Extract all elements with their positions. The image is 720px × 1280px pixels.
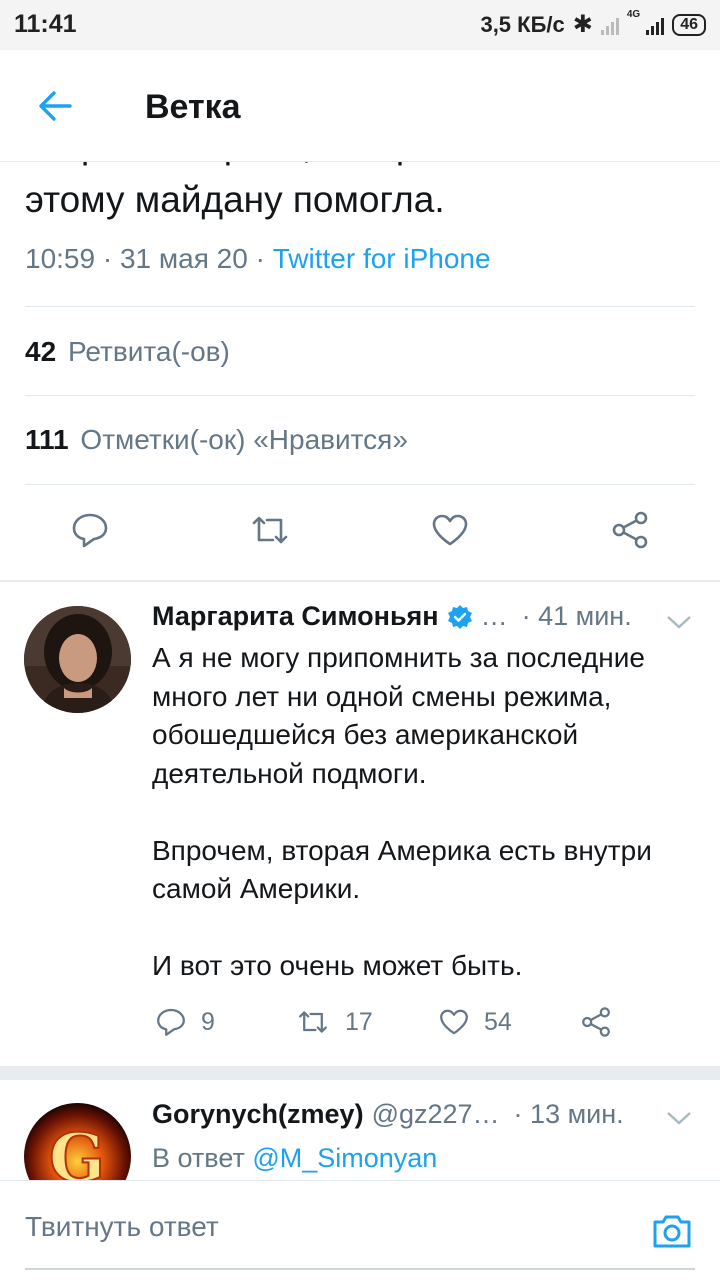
retweets-count: 42 xyxy=(25,336,57,367)
tweet-actions: 9 17 54 xyxy=(155,1006,625,1046)
main-tweet-text-line: этому майдану помогла. xyxy=(25,179,445,220)
tweet-time: 10:59 xyxy=(25,243,96,274)
battery-icon: 46 xyxy=(672,13,706,36)
tweet-body: А я не могу припомнить за последние мног… xyxy=(152,639,697,986)
input-underline xyxy=(25,1268,695,1270)
like-button[interactable] xyxy=(430,510,470,550)
tweet-source-link[interactable]: Twitter for iPhone xyxy=(273,243,491,274)
chevron-down-icon[interactable] xyxy=(666,614,692,630)
reply-prefix: В ответ xyxy=(152,1143,245,1173)
status-time: 11:41 xyxy=(14,10,77,38)
bluetooth-icon: ✱ xyxy=(572,11,593,38)
retweets-label: Ретвита(-ов) xyxy=(67,336,230,367)
tweet-paragraph: Впрочем, вторая Америка есть внутри само… xyxy=(152,834,652,905)
author-name[interactable]: Gorynych(zmey) xyxy=(152,1099,364,1130)
section-divider xyxy=(0,1066,720,1080)
reply-icon xyxy=(72,513,108,548)
tweet-date: 31 мая 20 xyxy=(119,243,248,274)
signal-icon-sim2 xyxy=(646,15,665,35)
chevron-down-icon[interactable] xyxy=(666,1110,692,1126)
author-name[interactable]: Маргарита Симоньян xyxy=(152,601,439,632)
main-tweet-actions xyxy=(0,510,720,560)
divider xyxy=(25,395,695,396)
like-count: 54 xyxy=(484,1007,512,1036)
tweet-time: 41 мин. xyxy=(538,601,632,631)
camera-icon xyxy=(653,1215,691,1248)
tweet-paragraph: А я не могу припомнить за последние мног… xyxy=(152,642,645,789)
reply-icon xyxy=(157,1008,185,1036)
retweet-icon xyxy=(299,1011,327,1033)
retweet-button[interactable]: 17 xyxy=(295,1006,373,1038)
likes-count: 111 xyxy=(25,424,69,455)
svg-text:G: G xyxy=(49,1119,105,1180)
compose-bar: Твитнуть ответ xyxy=(0,1180,720,1280)
share-button[interactable] xyxy=(580,1006,612,1038)
heart-icon xyxy=(432,514,468,546)
avatar[interactable]: G xyxy=(24,1103,131,1180)
author-handle: … xyxy=(480,601,508,631)
like-button[interactable]: 54 xyxy=(438,1006,512,1038)
reply-count: 9 xyxy=(201,1007,215,1036)
arrow-left-icon xyxy=(39,91,72,121)
share-icon xyxy=(582,1007,610,1037)
reply-button[interactable] xyxy=(70,510,110,550)
retweets-stat[interactable]: 42 Ретвита(-ов) xyxy=(25,336,230,368)
likes-label: Отметки(-ок) «Нравится» xyxy=(80,424,408,455)
network-type: 4G xyxy=(626,9,641,20)
verified-badge-icon xyxy=(447,604,472,629)
tweet-meta: 10:59 · 31 мая 20 · Twitter for iPhone xyxy=(25,243,491,274)
status-bar: 11:41 3,5 КБ/с ✱ 4G 46 xyxy=(0,0,720,50)
divider xyxy=(25,306,695,307)
signal-icon-sim1 xyxy=(600,15,619,35)
back-button[interactable] xyxy=(34,84,78,128)
thread-content[interactable]: второй Америки, которая бы этому майдану… xyxy=(0,50,720,1180)
tweet-paragraph: И вот это очень может быть. xyxy=(152,950,523,981)
page-title: Ветка xyxy=(145,88,241,126)
camera-button[interactable] xyxy=(650,1209,694,1253)
reply-target-link[interactable]: @M_Simonyan xyxy=(252,1143,437,1173)
section-divider xyxy=(0,580,720,582)
divider xyxy=(25,484,695,485)
reply-input[interactable]: Твитнуть ответ xyxy=(25,1211,219,1243)
reply-context: В ответ @M_Simonyan xyxy=(152,1143,437,1174)
app-header: Ветка xyxy=(0,50,720,162)
network-speed: 3,5 КБ/с xyxy=(480,11,565,37)
tweet-time: 13 мин. xyxy=(530,1099,624,1129)
likes-stat[interactable]: 111 Отметки(-ок) «Нравится» xyxy=(25,424,408,456)
heart-icon xyxy=(440,1009,468,1035)
tweet-header: Маргарита Симоньян … · 41 мин. xyxy=(152,601,632,632)
tweet-header: Gorynych(zmey) @gz227… · 13 мин. xyxy=(152,1099,624,1130)
reply-button[interactable]: 9 xyxy=(155,1006,215,1038)
retweet-icon xyxy=(252,516,288,544)
status-indicators: 3,5 КБ/с ✱ 4G 46 xyxy=(480,10,706,39)
avatar[interactable] xyxy=(24,606,131,713)
share-icon xyxy=(612,511,648,549)
share-button[interactable] xyxy=(610,510,650,550)
retweet-button[interactable] xyxy=(250,510,290,550)
author-handle: @gz227… xyxy=(371,1099,500,1129)
retweet-count: 17 xyxy=(345,1007,373,1036)
